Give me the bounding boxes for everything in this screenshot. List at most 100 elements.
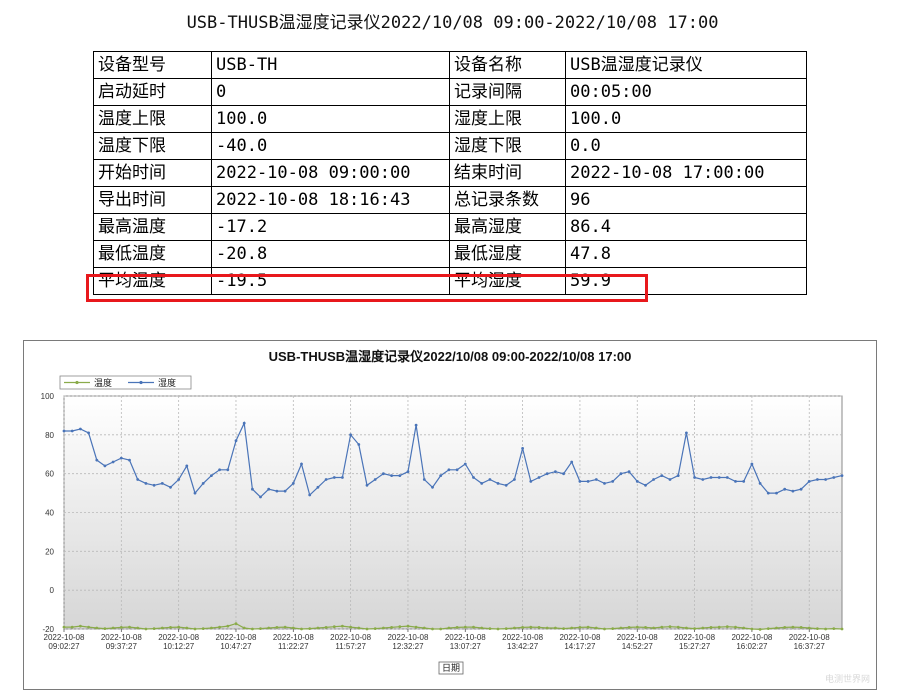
table-cell-label-right: 最低湿度 <box>449 240 566 268</box>
data-point-temperature <box>488 627 492 630</box>
x-tick-label-date: 2022-10-08 <box>789 633 830 642</box>
data-point-humidity <box>627 470 631 474</box>
data-point-humidity <box>62 429 66 433</box>
data-point-humidity <box>463 462 467 466</box>
table-cell-label-right: 湿度下限 <box>449 132 566 160</box>
data-point-temperature <box>324 626 328 629</box>
table-cell-value-right: 100.0 <box>565 105 807 133</box>
data-point-humidity <box>496 482 500 485</box>
data-point-humidity <box>226 468 230 472</box>
data-point-humidity <box>332 476 336 479</box>
table-cell-value-left: -17.2 <box>211 213 450 241</box>
data-point-temperature <box>332 625 336 629</box>
data-point-temperature <box>406 624 410 628</box>
x-tick-label-date: 2022-10-08 <box>731 633 772 642</box>
data-point-temperature <box>103 627 107 630</box>
data-point-temperature <box>750 627 754 631</box>
data-point-temperature <box>398 625 402 629</box>
data-point-temperature <box>349 625 352 629</box>
x-tick-label-time: 10:12:27 <box>163 642 195 651</box>
legend-swatch-marker <box>75 380 79 385</box>
data-point-humidity <box>775 491 778 495</box>
data-point-temperature <box>111 626 115 630</box>
watermark: 电测世界网 <box>824 675 870 685</box>
table-row: 温度上限 100.0 湿度上限 100.0 <box>93 105 807 133</box>
data-point-temperature <box>644 626 647 629</box>
data-point-humidity <box>431 485 434 489</box>
x-tick-label-time: 09:02:27 <box>48 642 80 651</box>
x-tick-label-time: 13:07:27 <box>450 642 482 651</box>
table-cell-value-right: USB温湿度记录仪 <box>565 51 807 79</box>
line-chart: USB-THUSB温湿度记录仪2022/10/08 09:00-2022/10/… <box>41 349 844 675</box>
data-point-humidity <box>685 431 688 435</box>
x-tick-label-time: 14:52:27 <box>622 642 654 651</box>
data-point-humidity <box>562 472 565 476</box>
data-point-humidity <box>717 476 721 479</box>
data-point-humidity <box>504 483 508 487</box>
data-point-humidity <box>725 476 729 479</box>
data-point-humidity <box>521 447 524 450</box>
data-point-humidity <box>480 482 484 485</box>
data-point-humidity <box>824 478 827 481</box>
data-point-humidity <box>193 491 197 495</box>
data-point-humidity <box>652 478 655 481</box>
table-cell-label-left: 导出时间 <box>93 186 212 214</box>
data-point-humidity <box>635 480 639 483</box>
data-point-humidity <box>799 487 803 491</box>
x-tick-label-time: 13:42:27 <box>507 642 539 651</box>
data-point-temperature <box>537 626 541 629</box>
data-point-humidity <box>70 429 74 433</box>
data-point-humidity <box>365 483 369 487</box>
x-tick-label-time: 12:32:27 <box>392 642 424 651</box>
data-point-temperature <box>169 626 172 629</box>
data-point-temperature <box>251 627 254 631</box>
report-title: USB-THUSB温湿度记录仪2022/10/08 09:00-2022/10/… <box>186 13 719 33</box>
data-point-humidity <box>529 480 533 483</box>
table-cell-label-left: 启动延时 <box>93 78 212 106</box>
chart-title: USB-THUSB温湿度记录仪2022/10/08 09:00-2022/10/… <box>269 349 632 364</box>
data-point-humidity <box>251 487 254 491</box>
table-cell-value-right: 2022-10-08 17:00:00 <box>565 159 807 187</box>
data-point-humidity <box>537 476 541 479</box>
data-point-temperature <box>422 626 426 630</box>
table-cell-value-right: 0.0 <box>565 132 807 160</box>
data-point-humidity <box>373 478 377 481</box>
data-point-temperature <box>660 625 664 629</box>
x-tick-label-date: 2022-10-08 <box>559 633 600 642</box>
data-point-temperature <box>455 626 459 629</box>
data-point-temperature <box>709 626 713 629</box>
data-point-humidity <box>283 489 287 493</box>
data-point-humidity <box>414 423 418 427</box>
data-point-temperature <box>177 625 181 629</box>
data-point-temperature <box>439 627 443 631</box>
x-tick-label-date: 2022-10-08 <box>330 633 371 642</box>
data-point-humidity <box>316 485 320 489</box>
data-point-temperature <box>373 627 377 630</box>
data-point-humidity <box>111 460 115 464</box>
data-point-humidity <box>603 482 606 485</box>
data-point-temperature <box>480 626 484 630</box>
data-point-temperature <box>79 624 82 628</box>
data-point-temperature <box>390 626 393 629</box>
table-row: 启动延时 0 记录间隔 00:05:00 <box>93 78 807 106</box>
data-point-humidity <box>766 491 770 495</box>
table-cell-label-left: 最低温度 <box>93 240 212 268</box>
data-point-humidity <box>185 464 189 468</box>
data-point-humidity <box>611 480 615 483</box>
data-point-humidity <box>709 476 713 479</box>
data-point-humidity <box>324 478 328 481</box>
table-cell-value-left: 2022-10-08 09:00:00 <box>211 159 450 187</box>
data-point-temperature <box>734 625 737 629</box>
data-point-humidity <box>308 493 312 497</box>
table-cell-label-right: 湿度上限 <box>449 105 566 133</box>
legend-label-temperature: 温度 <box>94 377 112 389</box>
x-axis-label: 日期 <box>442 663 460 674</box>
data-point-humidity <box>660 474 664 477</box>
data-point-humidity <box>570 460 574 464</box>
data-point-temperature <box>652 626 655 630</box>
data-point-humidity <box>291 482 295 485</box>
data-point-temperature <box>95 626 99 630</box>
data-point-humidity <box>668 478 672 481</box>
table-cell-value-left: -20.8 <box>211 240 450 268</box>
data-point-temperature <box>291 626 295 630</box>
